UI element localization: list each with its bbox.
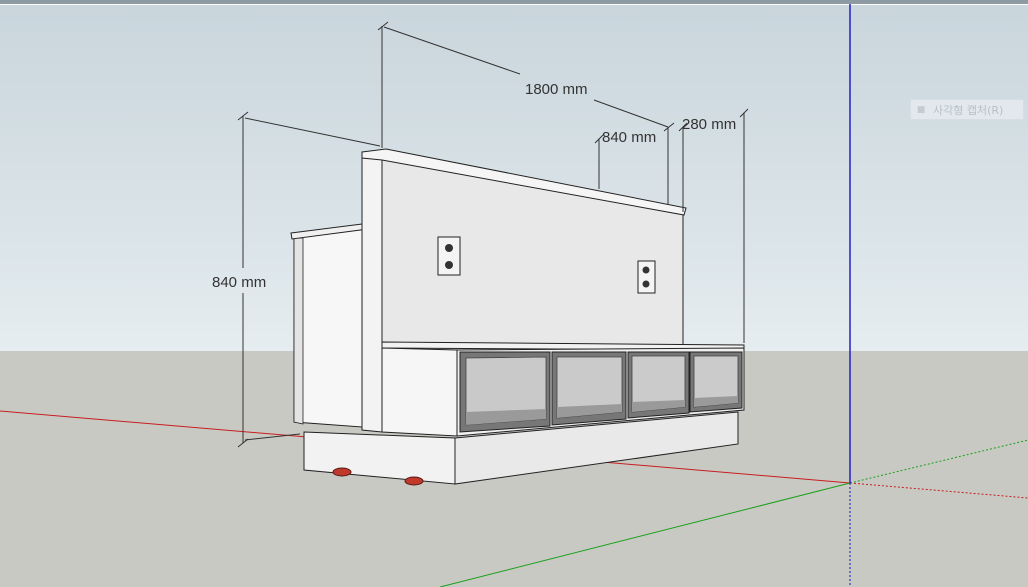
cubby-compartment	[627, 351, 690, 419]
cabinet-model[interactable]	[290, 148, 745, 486]
sketchup-viewport[interactable]: 1800 mm 840 mm 280 mm 840 mm ■ 사각형 캡처(R)	[0, 0, 1028, 587]
dimension-depth: 280 mm	[678, 108, 749, 343]
dimension-label-depth: 280 mm	[682, 116, 736, 133]
left-side-edge	[293, 237, 304, 425]
model-canvas[interactable]: 1800 mm 840 mm 280 mm 840 mm	[0, 0, 1028, 587]
outlet-right	[637, 260, 656, 294]
cubby-compartment	[459, 351, 551, 433]
red-axis-negative	[849, 482, 1028, 499]
cubby-compartment	[689, 351, 743, 413]
dimension-label-width-sub: 840 mm	[602, 129, 656, 146]
capture-icon: ■	[916, 104, 926, 115]
base-plinth-left	[303, 431, 456, 485]
dimension-label-width-total: 1800 mm	[525, 81, 588, 98]
dimension-label-height: 840 mm	[212, 274, 266, 291]
rectangle-capture-button[interactable]: ■ 사각형 캡처(R)	[910, 99, 1024, 120]
caster-wheel	[404, 476, 424, 486]
green-axis-negative	[849, 439, 1028, 484]
caster-wheel	[332, 467, 352, 477]
left-side-panel	[293, 228, 363, 428]
rectangle-capture-label: 사각형 캡처(R)	[933, 103, 1004, 117]
green-axis	[439, 482, 851, 587]
bench-left-face	[381, 347, 458, 437]
outlet-left	[437, 236, 461, 276]
back-panel-side	[361, 156, 383, 433]
dimension-width-sub: 840 mm	[594, 129, 656, 189]
cubby-compartment	[551, 351, 627, 426]
